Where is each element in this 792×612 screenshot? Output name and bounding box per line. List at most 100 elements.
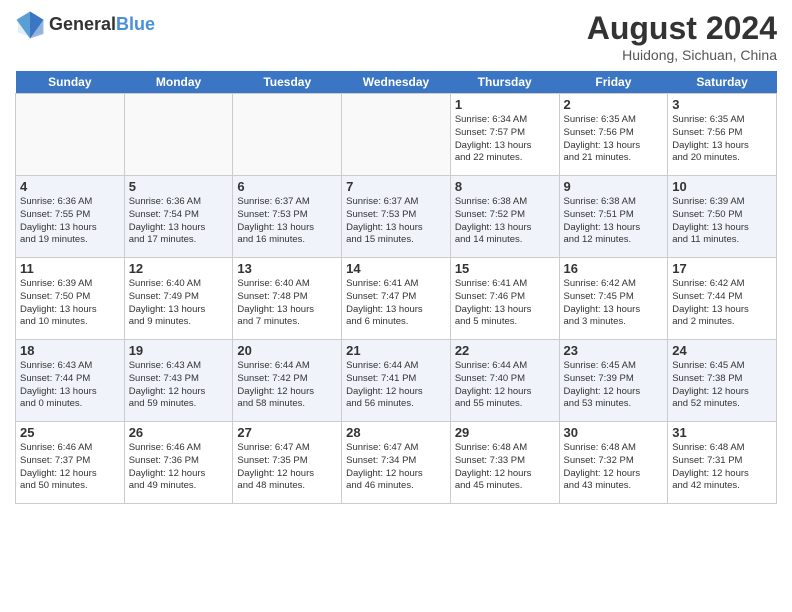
calendar-cell: 26Sunrise: 6:46 AM Sunset: 7:36 PM Dayli… <box>124 422 233 504</box>
calendar-cell: 16 Sunrise: 6:42 AM Sunset: 7:45 PM Dayli… <box>559 258 668 340</box>
calendar-cell: 2 Sunrise: 6:35 AM Sunset: 7:56 PM Daylig… <box>559 94 668 176</box>
day-info: Sunrise: 6:35 AM Sunset: 7:56 PM Dayligh… <box>672 114 772 165</box>
day-info: Sunrise: 6:46 AM Sunset: 7:36 PM Dayligh… <box>129 442 229 493</box>
location: Huidong, Sichuan, China <box>587 47 777 63</box>
calendar-cell <box>233 94 342 176</box>
weekday-header: Friday <box>559 71 668 94</box>
day-number: 18 <box>20 343 120 358</box>
day-number: 29 <box>455 425 555 440</box>
day-number: 7 <box>346 179 446 194</box>
weekday-header: Tuesday <box>233 71 342 94</box>
calendar-cell: 10 Sunrise: 6:39 AM Sunset: 7:50 PM Dayli… <box>668 176 777 258</box>
day-info: Sunrise: 6:41 AM Sunset: 7:47 PM Dayligh… <box>346 278 446 329</box>
day-info: Sunrise: 6:48 AM Sunset: 7:31 PM Dayligh… <box>672 442 772 493</box>
calendar-cell: 7Sunrise: 6:37 AM Sunset: 7:53 PM Daylig… <box>342 176 451 258</box>
calendar-cell: 6 Sunrise: 6:37 AM Sunset: 7:53 PM Daylig… <box>233 176 342 258</box>
day-number: 13 <box>237 261 337 276</box>
logo-blue: Blue <box>116 14 155 34</box>
calendar-cell: 31 Sunrise: 6:48 AM Sunset: 7:31 PM Dayli… <box>668 422 777 504</box>
day-number: 14 <box>346 261 446 276</box>
calendar-cell <box>16 94 125 176</box>
day-info: Sunrise: 6:39 AM Sunset: 7:50 PM Dayligh… <box>20 278 120 329</box>
day-info: Sunrise: 6:43 AM Sunset: 7:43 PM Dayligh… <box>129 360 229 411</box>
calendar-cell: 5 Sunrise: 6:36 AM Sunset: 7:54 PM Daylig… <box>124 176 233 258</box>
day-info: Sunrise: 6:36 AM Sunset: 7:54 PM Dayligh… <box>129 196 229 247</box>
calendar-week-row: 4Sunrise: 6:36 AM Sunset: 7:55 PM Daylig… <box>16 176 777 258</box>
day-number: 9 <box>564 179 664 194</box>
calendar-cell: 19 Sunrise: 6:43 AM Sunset: 7:43 PM Dayli… <box>124 340 233 422</box>
calendar-cell: 28 Sunrise: 6:47 AM Sunset: 7:34 PM Dayli… <box>342 422 451 504</box>
day-info: Sunrise: 6:41 AM Sunset: 7:46 PM Dayligh… <box>455 278 555 329</box>
calendar-cell: 13 Sunrise: 6:40 AM Sunset: 7:48 PM Dayli… <box>233 258 342 340</box>
calendar-cell: 3 Sunrise: 6:35 AM Sunset: 7:56 PM Daylig… <box>668 94 777 176</box>
day-number: 5 <box>129 179 229 194</box>
day-info: Sunrise: 6:44 AM Sunset: 7:41 PM Dayligh… <box>346 360 446 411</box>
calendar-cell: 25 Sunrise: 6:46 AM Sunset: 7:37 PM Dayli… <box>16 422 125 504</box>
day-info: Sunrise: 6:48 AM Sunset: 7:33 PM Dayligh… <box>455 442 555 493</box>
day-number: 23 <box>564 343 664 358</box>
day-number: 17 <box>672 261 772 276</box>
day-number: 16 <box>564 261 664 276</box>
header: GeneralBlue August 2024 Huidong, Sichuan… <box>15 10 777 63</box>
weekday-header: Monday <box>124 71 233 94</box>
day-number: 25 <box>20 425 120 440</box>
day-info: Sunrise: 6:42 AM Sunset: 7:44 PM Dayligh… <box>672 278 772 329</box>
calendar-cell <box>124 94 233 176</box>
weekday-header: Saturday <box>668 71 777 94</box>
day-number: 3 <box>672 97 772 112</box>
day-number: 1 <box>455 97 555 112</box>
calendar-cell: 24Sunrise: 6:45 AM Sunset: 7:38 PM Dayli… <box>668 340 777 422</box>
day-number: 28 <box>346 425 446 440</box>
calendar-cell: 21 Sunrise: 6:44 AM Sunset: 7:41 PM Dayli… <box>342 340 451 422</box>
day-info: Sunrise: 6:45 AM Sunset: 7:39 PM Dayligh… <box>564 360 664 411</box>
logo-text: GeneralBlue <box>49 15 155 35</box>
day-info: Sunrise: 6:44 AM Sunset: 7:40 PM Dayligh… <box>455 360 555 411</box>
logo: GeneralBlue <box>15 10 155 40</box>
weekday-header: Sunday <box>16 71 125 94</box>
calendar-cell: 8 Sunrise: 6:38 AM Sunset: 7:52 PM Daylig… <box>450 176 559 258</box>
day-info: Sunrise: 6:46 AM Sunset: 7:37 PM Dayligh… <box>20 442 120 493</box>
day-info: Sunrise: 6:40 AM Sunset: 7:49 PM Dayligh… <box>129 278 229 329</box>
month-year: August 2024 <box>587 10 777 47</box>
day-number: 15 <box>455 261 555 276</box>
day-number: 8 <box>455 179 555 194</box>
day-info: Sunrise: 6:35 AM Sunset: 7:56 PM Dayligh… <box>564 114 664 165</box>
day-info: Sunrise: 6:48 AM Sunset: 7:32 PM Dayligh… <box>564 442 664 493</box>
day-number: 21 <box>346 343 446 358</box>
day-info: Sunrise: 6:39 AM Sunset: 7:50 PM Dayligh… <box>672 196 772 247</box>
calendar-cell: 11 Sunrise: 6:39 AM Sunset: 7:50 PM Dayli… <box>16 258 125 340</box>
day-info: Sunrise: 6:47 AM Sunset: 7:34 PM Dayligh… <box>346 442 446 493</box>
day-info: Sunrise: 6:44 AM Sunset: 7:42 PM Dayligh… <box>237 360 337 411</box>
title-area: August 2024 Huidong, Sichuan, China <box>587 10 777 63</box>
calendar-cell: 17 Sunrise: 6:42 AM Sunset: 7:44 PM Dayli… <box>668 258 777 340</box>
day-number: 10 <box>672 179 772 194</box>
day-info: Sunrise: 6:37 AM Sunset: 7:53 PM Dayligh… <box>237 196 337 247</box>
weekday-header-row: SundayMondayTuesdayWednesdayThursdayFrid… <box>16 71 777 94</box>
day-number: 2 <box>564 97 664 112</box>
day-number: 6 <box>237 179 337 194</box>
day-number: 27 <box>237 425 337 440</box>
day-info: Sunrise: 6:38 AM Sunset: 7:52 PM Dayligh… <box>455 196 555 247</box>
logo-icon <box>15 10 45 40</box>
day-info: Sunrise: 6:36 AM Sunset: 7:55 PM Dayligh… <box>20 196 120 247</box>
calendar-cell: 9Sunrise: 6:38 AM Sunset: 7:51 PM Daylig… <box>559 176 668 258</box>
day-info: Sunrise: 6:40 AM Sunset: 7:48 PM Dayligh… <box>237 278 337 329</box>
day-info: Sunrise: 6:45 AM Sunset: 7:38 PM Dayligh… <box>672 360 772 411</box>
day-number: 11 <box>20 261 120 276</box>
day-number: 19 <box>129 343 229 358</box>
day-number: 20 <box>237 343 337 358</box>
main-container: GeneralBlue August 2024 Huidong, Sichuan… <box>0 0 792 612</box>
day-info: Sunrise: 6:34 AM Sunset: 7:57 PM Dayligh… <box>455 114 555 165</box>
day-number: 22 <box>455 343 555 358</box>
calendar-cell: 20 Sunrise: 6:44 AM Sunset: 7:42 PM Dayli… <box>233 340 342 422</box>
calendar-cell: 15 Sunrise: 6:41 AM Sunset: 7:46 PM Dayli… <box>450 258 559 340</box>
day-number: 31 <box>672 425 772 440</box>
calendar-cell: 29 Sunrise: 6:48 AM Sunset: 7:33 PM Dayli… <box>450 422 559 504</box>
calendar-cell: 27 Sunrise: 6:47 AM Sunset: 7:35 PM Dayli… <box>233 422 342 504</box>
calendar-week-row: 25 Sunrise: 6:46 AM Sunset: 7:37 PM Dayli… <box>16 422 777 504</box>
day-info: Sunrise: 6:42 AM Sunset: 7:45 PM Dayligh… <box>564 278 664 329</box>
calendar-cell <box>342 94 451 176</box>
calendar-week-row: 18Sunrise: 6:43 AM Sunset: 7:44 PM Dayli… <box>16 340 777 422</box>
calendar-week-row: 11 Sunrise: 6:39 AM Sunset: 7:50 PM Dayli… <box>16 258 777 340</box>
day-info: Sunrise: 6:47 AM Sunset: 7:35 PM Dayligh… <box>237 442 337 493</box>
